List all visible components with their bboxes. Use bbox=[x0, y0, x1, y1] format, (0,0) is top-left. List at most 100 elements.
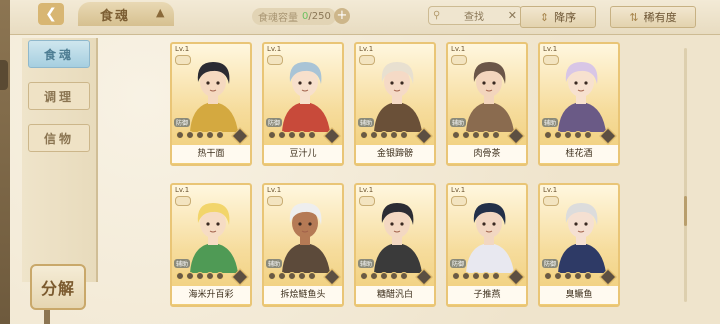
star-rating bbox=[544, 131, 606, 141]
star-icon bbox=[196, 272, 204, 280]
star-icon bbox=[482, 272, 490, 280]
star-icon bbox=[472, 272, 480, 280]
star-icon bbox=[380, 131, 388, 139]
star-rating bbox=[360, 272, 422, 282]
clear-icon[interactable]: ✕ bbox=[508, 9, 517, 22]
star-icon bbox=[216, 131, 224, 139]
star-icon bbox=[482, 131, 490, 139]
star-icon bbox=[288, 131, 296, 139]
food-soul-card[interactable]: Lv.1 辅助 拆烩鲢鱼头 bbox=[262, 183, 344, 307]
character-portrait bbox=[374, 203, 422, 273]
card-name: 海米升百彩 bbox=[172, 286, 250, 304]
star-icon bbox=[308, 131, 316, 139]
star-icon bbox=[196, 131, 204, 139]
card-name: 糖醋汎白 bbox=[356, 286, 434, 304]
star-icon bbox=[554, 131, 562, 139]
star-icon bbox=[360, 131, 368, 139]
role-tag: 防御 bbox=[174, 118, 191, 127]
scrollbar-thumb[interactable] bbox=[684, 196, 687, 226]
role-tag: 辅助 bbox=[174, 259, 191, 268]
star-icon bbox=[390, 131, 398, 139]
scrollbar-track[interactable] bbox=[684, 48, 687, 302]
star-icon bbox=[186, 272, 194, 280]
star-icon bbox=[574, 272, 582, 280]
star-icon bbox=[564, 272, 572, 280]
add-capacity-button[interactable]: + bbox=[334, 8, 350, 24]
character-portrait bbox=[282, 203, 330, 273]
star-icon bbox=[298, 131, 306, 139]
star-icon bbox=[176, 272, 184, 280]
star-rating bbox=[268, 272, 330, 282]
role-tag: 防御 bbox=[542, 259, 559, 268]
role-tag: 辅助 bbox=[450, 118, 467, 127]
star-rating bbox=[360, 131, 422, 141]
star-icon bbox=[370, 131, 378, 139]
star-icon bbox=[186, 131, 194, 139]
star-icon bbox=[462, 131, 470, 139]
tab-conditioning[interactable]: 调理 bbox=[28, 82, 90, 110]
star-icon bbox=[400, 131, 408, 139]
search-input[interactable]: ⚲ 查找 ✕ bbox=[428, 6, 522, 25]
star-icon bbox=[206, 272, 214, 280]
food-soul-card[interactable]: Lv.1 辅助 糖醋汎白 bbox=[354, 183, 436, 307]
role-tag: 辅助 bbox=[358, 259, 375, 268]
star-rating bbox=[268, 131, 330, 141]
card-name: 子推燕 bbox=[448, 286, 526, 304]
tab-food-soul[interactable]: 食魂 bbox=[28, 40, 90, 68]
star-icon bbox=[298, 272, 306, 280]
star-icon bbox=[472, 131, 480, 139]
food-soul-card[interactable]: Lv.1 防御 子推燕 bbox=[446, 183, 528, 307]
food-soul-card[interactable]: Lv.1 辅助 肉骨茶 bbox=[446, 42, 528, 166]
star-rating bbox=[544, 272, 606, 282]
food-soul-card[interactable]: Lv.1 防御 热干面 bbox=[170, 42, 252, 166]
food-soul-card[interactable]: Lv.1 防御 豆汁儿 bbox=[262, 42, 344, 166]
star-icon bbox=[308, 272, 316, 280]
sort-rarity-button[interactable]: ⇅ 稀有度 bbox=[610, 6, 696, 28]
food-soul-card[interactable]: Lv.1 防御 臭鳜鱼 bbox=[538, 183, 620, 307]
back-button[interactable]: ❮ bbox=[38, 3, 64, 25]
star-icon bbox=[554, 272, 562, 280]
sort-order-label: 降序 bbox=[554, 11, 577, 24]
crown-icon: ▲ bbox=[156, 6, 165, 19]
star-rating bbox=[176, 131, 238, 141]
character-portrait bbox=[558, 203, 606, 273]
star-icon bbox=[278, 131, 286, 139]
top-bar: ❮ 食魂 ▲ 食魂容量 0 /250 + ⚲ 查找 ✕ ⇕ 降序 ⇅ 稀有度 bbox=[10, 0, 720, 35]
card-name: 肉骨茶 bbox=[448, 145, 526, 163]
tab-token[interactable]: 信物 bbox=[28, 124, 90, 152]
star-rating bbox=[452, 272, 514, 282]
sort-order-button[interactable]: ⇕ 降序 bbox=[520, 6, 596, 28]
character-portrait bbox=[374, 62, 422, 132]
star-icon bbox=[370, 272, 378, 280]
left-frame bbox=[0, 0, 10, 324]
search-placeholder: 查找 bbox=[464, 12, 485, 23]
character-portrait bbox=[466, 203, 514, 273]
character-portrait bbox=[190, 203, 238, 273]
capacity-label: 食魂容量 bbox=[258, 13, 298, 24]
decompose-button[interactable]: 分解 bbox=[30, 264, 86, 310]
card-name: 热干面 bbox=[172, 145, 250, 163]
star-icon bbox=[216, 272, 224, 280]
role-tag: 辅助 bbox=[542, 118, 559, 127]
character-portrait bbox=[190, 62, 238, 132]
sort-order-icon: ⇕ bbox=[539, 10, 550, 24]
character-portrait bbox=[282, 62, 330, 132]
star-icon bbox=[574, 131, 582, 139]
category-sidebar: 食魂 调理 信物 bbox=[22, 38, 98, 282]
role-tag: 辅助 bbox=[358, 118, 375, 127]
food-soul-card[interactable]: Lv.1 辅助 金银蹄髈 bbox=[354, 42, 436, 166]
card-name: 臭鳜鱼 bbox=[540, 286, 618, 304]
food-soul-card[interactable]: Lv.1 辅助 海米升百彩 bbox=[170, 183, 252, 307]
food-soul-card[interactable]: Lv.1 辅助 桂花酒 bbox=[538, 42, 620, 166]
star-rating bbox=[452, 131, 514, 141]
star-icon bbox=[584, 272, 592, 280]
star-icon bbox=[380, 272, 388, 280]
sort-rarity-icon: ⇅ bbox=[629, 10, 639, 24]
card-name: 桂花酒 bbox=[540, 145, 618, 163]
star-icon bbox=[584, 131, 592, 139]
star-icon bbox=[492, 131, 500, 139]
card-name: 金银蹄髈 bbox=[356, 145, 434, 163]
star-icon bbox=[452, 272, 460, 280]
star-icon bbox=[176, 131, 184, 139]
sort-rarity-label: 稀有度 bbox=[643, 11, 677, 24]
